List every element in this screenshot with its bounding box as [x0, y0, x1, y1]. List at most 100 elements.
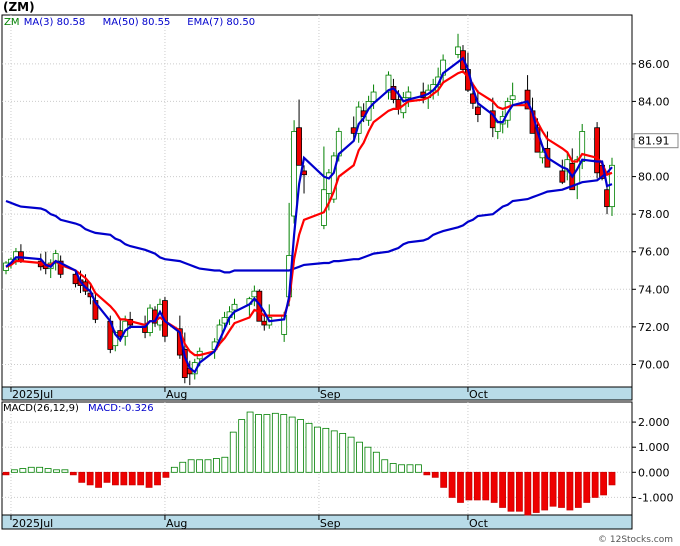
- macd-bar: [364, 446, 372, 473]
- macd-tick-label: 2.000: [638, 416, 670, 429]
- candle-body: [261, 320, 268, 326]
- macd-bar: [103, 471, 111, 483]
- macd-bar: [566, 471, 574, 511]
- macd-bar: [322, 427, 330, 473]
- macd-bar: [44, 468, 52, 473]
- x-label-macd: Sep: [320, 517, 341, 530]
- macd-bar: [507, 471, 515, 512]
- legend-item: MA(50) 80.55: [103, 17, 171, 28]
- price-legend: ZM MA(3) 80.58 MA(50) 80.55 EMA(7) 80.50: [4, 17, 255, 28]
- macd-bar: [213, 458, 220, 473]
- macd-bar: [246, 411, 254, 473]
- macd-bar: [238, 419, 246, 473]
- macd-bar: [86, 471, 94, 486]
- price-panel: 86.0084.0082.0080.0078.0076.0074.0072.00…: [1, 14, 679, 401]
- macd-date-strip: [1, 514, 633, 530]
- chart-title: (ZM): [3, 0, 35, 14]
- macd-bar: [524, 471, 532, 516]
- price-tick-label: 76.00: [638, 246, 670, 259]
- macd-bar: [187, 459, 195, 473]
- macd-bar: [440, 471, 448, 488]
- macd-bar: [314, 426, 321, 473]
- macd-bar: [78, 471, 86, 483]
- x-label-macd: Oct: [469, 517, 489, 530]
- macd-bar: [112, 471, 119, 486]
- macd-bar: [19, 468, 27, 473]
- macd-bar: [600, 471, 607, 496]
- price-plot-area: [1, 14, 633, 388]
- macd-bar: [549, 471, 557, 507]
- last-price-label: 81.91: [638, 135, 670, 148]
- candle-body: [291, 131, 297, 217]
- macd-bar: [398, 464, 405, 473]
- macd-bar: [339, 432, 347, 473]
- macd-bar: [532, 471, 540, 513]
- macd-title: MACD(26,12,9): [3, 403, 79, 414]
- candle-body: [370, 91, 377, 102]
- macd-bar: [61, 469, 69, 473]
- macd-value-label: MACD:-0.326: [88, 403, 154, 414]
- macd-bar: [406, 464, 414, 473]
- x-label-price: Sep: [320, 388, 341, 401]
- macd-bar: [347, 436, 355, 473]
- macd-bar: [574, 471, 582, 508]
- macd-bar: [608, 471, 616, 486]
- macd-bar: [36, 466, 44, 473]
- x-label-price: Aug: [166, 388, 187, 401]
- macd-bar: [330, 430, 338, 473]
- price-tick-label: 84.00: [638, 95, 670, 108]
- macd-bar: [271, 412, 279, 473]
- macd-bar: [448, 471, 456, 498]
- candle-body: [455, 46, 461, 55]
- macd-bar: [457, 471, 464, 503]
- macd-bar: [263, 414, 271, 473]
- macd-bar: [415, 464, 422, 473]
- price-tick-label: 78.00: [638, 208, 670, 221]
- macd-bar: [128, 471, 136, 486]
- price-tick-label: 70.00: [638, 358, 670, 371]
- macd-bar: [162, 471, 170, 478]
- macd-bar: [499, 471, 506, 508]
- macd-tick-label: -1.000: [638, 491, 673, 504]
- candle-body: [604, 189, 610, 208]
- macd-bar: [11, 469, 18, 473]
- watermark: © 12Stocks.com: [598, 535, 673, 545]
- macd-bar: [53, 469, 60, 473]
- macd-bar: [431, 471, 439, 478]
- macd-bar: [255, 414, 262, 473]
- legend-item: MA(3) 80.58: [24, 17, 85, 28]
- macd-bar: [372, 451, 380, 473]
- macd-bar: [305, 422, 313, 473]
- x-label-price: Oct: [469, 388, 489, 401]
- x-label-price: 2025Jul: [12, 388, 53, 401]
- macd-bar: [473, 471, 481, 501]
- macd-bar: [2, 471, 10, 476]
- candle-body: [509, 95, 516, 100]
- price-tick-label: 80.00: [638, 171, 670, 184]
- macd-tick-label: 0.000: [638, 466, 670, 479]
- legend-item: EMA(7) 80.50: [187, 17, 255, 28]
- macd-bar: [558, 471, 565, 508]
- macd-bar: [179, 461, 187, 473]
- macd-bar: [591, 471, 599, 498]
- macd-tick-label: 1.000: [638, 441, 670, 454]
- macd-bar: [482, 471, 490, 501]
- macd-bar: [27, 466, 35, 473]
- macd-bar: [288, 416, 296, 473]
- macd-bar: [465, 471, 473, 501]
- macd-bar: [221, 456, 229, 473]
- candle-body: [251, 290, 258, 298]
- macd-bar: [389, 463, 397, 473]
- macd-bar: [120, 471, 128, 486]
- macd-panel: 2025Jul Aug Sep Oct 2.000 1.000 0.000 -1.000: [1, 401, 673, 530]
- candle-body: [296, 127, 302, 166]
- x-label-macd: Aug: [166, 517, 187, 530]
- candle-body: [494, 121, 501, 132]
- macd-bar: [541, 471, 549, 511]
- macd-bar: [137, 471, 145, 486]
- macd-bar: [154, 471, 161, 486]
- price-tick-label: 72.00: [638, 321, 670, 334]
- candle-body: [609, 164, 615, 208]
- macd-bar: [69, 471, 77, 476]
- price-tick-label: 74.00: [638, 283, 670, 296]
